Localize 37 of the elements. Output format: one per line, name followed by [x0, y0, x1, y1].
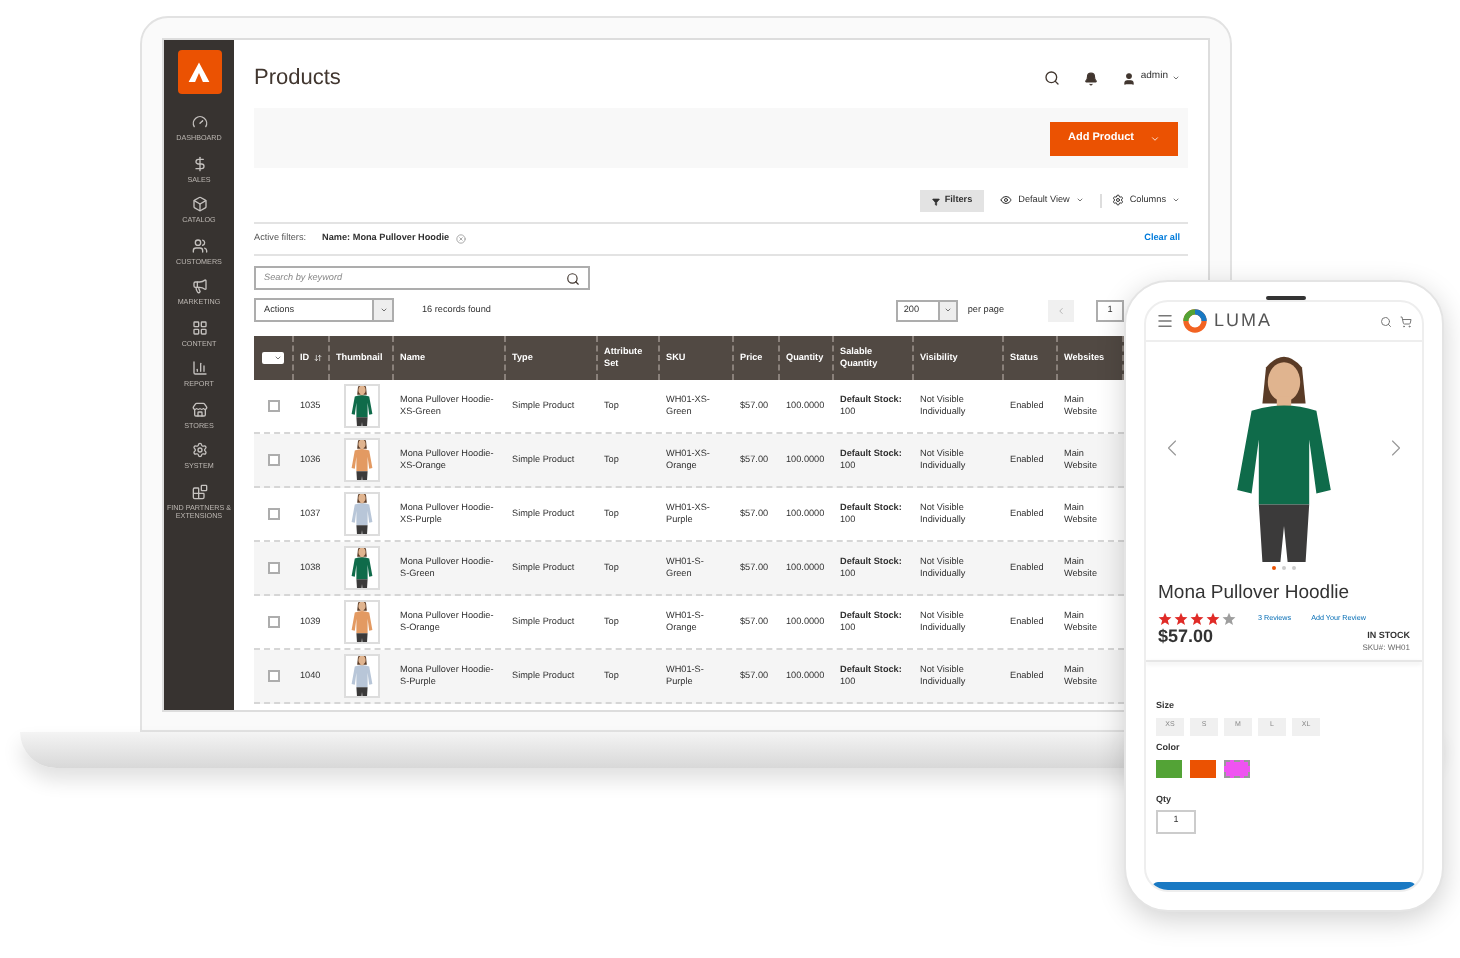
gear-icon[interactable] [1111, 194, 1124, 207]
dollar-icon [191, 155, 207, 171]
color-swatch[interactable] [1156, 759, 1182, 777]
grid-icon [191, 319, 207, 335]
color-swatch[interactable] [1224, 759, 1250, 777]
page-title: Products [254, 63, 341, 94]
row-checkbox[interactable] [268, 508, 280, 520]
row-checkbox[interactable] [268, 670, 280, 682]
sort-icon[interactable] [313, 354, 322, 362]
store-logo-text: LUMA [1214, 312, 1273, 330]
gear-icon [191, 442, 207, 458]
eye-icon[interactable] [1000, 194, 1013, 207]
menu-icon[interactable] [1156, 312, 1174, 330]
blocks-icon [191, 483, 207, 499]
row-checkbox[interactable] [268, 400, 280, 412]
cart-icon[interactable] [1400, 315, 1412, 327]
logo-icon[interactable] [177, 50, 221, 94]
box-icon [191, 196, 207, 212]
megaphone-icon [191, 278, 207, 294]
funnel-icon[interactable] [932, 197, 941, 205]
add-to-cart-bar[interactable] [1152, 882, 1416, 890]
color-swatch[interactable] [1190, 759, 1216, 777]
bar-chart-icon [191, 360, 207, 376]
row-checkbox[interactable] [268, 616, 280, 628]
bell-icon[interactable] [1084, 71, 1099, 85]
row-checkbox[interactable] [268, 454, 280, 466]
user-icon[interactable] [1122, 71, 1137, 85]
gauge-icon [191, 114, 207, 130]
people-icon [191, 237, 207, 253]
select-all-checkbox[interactable] [262, 352, 284, 364]
search-icon[interactable] [566, 271, 580, 285]
store-icon [191, 401, 207, 417]
remove-filter-icon[interactable] [455, 234, 466, 244]
row-checkbox[interactable] [268, 562, 280, 574]
search-icon[interactable] [1044, 70, 1061, 86]
product-price: $57.00 [1158, 626, 1214, 646]
product-name: Mona Pullover Hoodlie [1156, 582, 1352, 606]
